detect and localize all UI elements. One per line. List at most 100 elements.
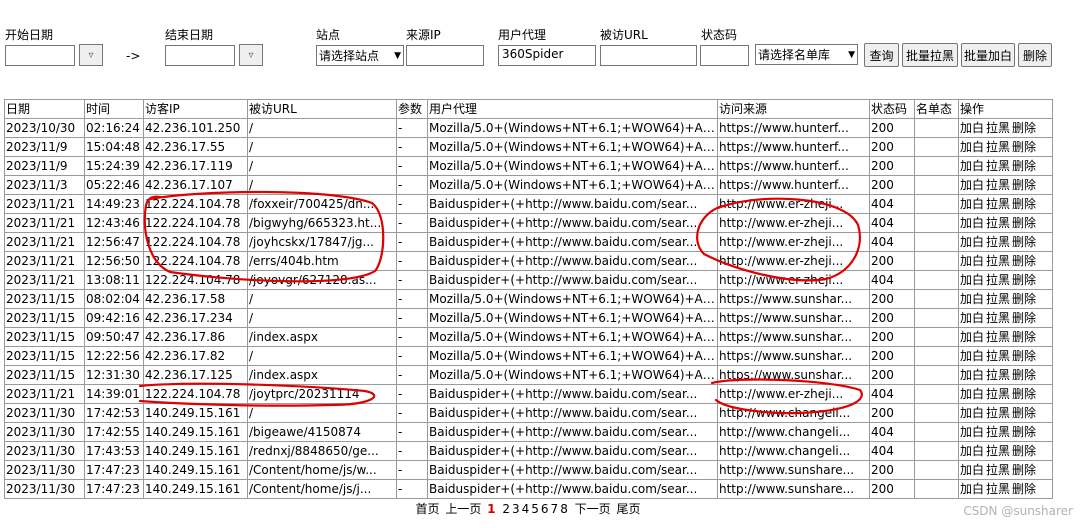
block-link[interactable]: 拉黑 — [986, 482, 1010, 496]
delete-link[interactable]: 删除 — [1012, 292, 1036, 306]
whitelist-link[interactable]: 加白 — [960, 425, 984, 439]
whitelist-link[interactable]: 加白 — [960, 482, 984, 496]
delete-button[interactable]: 删除 — [1018, 43, 1052, 67]
cell-user-agent: Baiduspider+(+http://www.baidu.com/sear.… — [427, 422, 718, 442]
delete-link[interactable]: 删除 — [1012, 121, 1036, 135]
whitelist-link[interactable]: 加白 — [960, 178, 984, 192]
delete-link[interactable]: 删除 — [1012, 235, 1036, 249]
whitelist-link[interactable]: 加白 — [960, 254, 984, 268]
pager-next[interactable]: 下一页 — [575, 502, 611, 516]
whitelist-link[interactable]: 加白 — [960, 311, 984, 325]
whitelist-link[interactable]: 加白 — [960, 330, 984, 344]
table-row: 2023/11/9 15:04:48 42.236.17.55/- Mozilla/5… — [4, 137, 1053, 157]
whitelist-link[interactable]: 加白 — [960, 121, 984, 135]
whitelist-link[interactable]: 加白 — [960, 368, 984, 382]
delete-link[interactable]: 删除 — [1012, 273, 1036, 287]
pager-page-link[interactable]: 7 — [551, 502, 559, 516]
site-select[interactable]: 请选择站点 ▼ — [316, 45, 404, 66]
start-date-input[interactable] — [5, 45, 75, 66]
whitelist-link[interactable]: 加白 — [960, 387, 984, 401]
pager-page-link[interactable]: 4 — [522, 502, 530, 516]
block-link[interactable]: 拉黑 — [986, 387, 1010, 401]
cell-status: 200 — [869, 156, 915, 176]
block-link[interactable]: 拉黑 — [986, 444, 1010, 458]
block-link[interactable]: 拉黑 — [986, 140, 1010, 154]
user-agent-input[interactable]: 360Spider — [498, 45, 596, 66]
end-date-picker-button[interactable]: ▿ — [239, 44, 263, 66]
whitelist-link[interactable]: 加白 — [960, 216, 984, 230]
cell-list-state — [914, 118, 959, 138]
pager-last[interactable]: 尾页 — [617, 502, 641, 516]
pager-page-link[interactable]: 2 — [502, 502, 510, 516]
delete-link[interactable]: 删除 — [1012, 444, 1036, 458]
query-button[interactable]: 查询 — [864, 43, 899, 67]
whitelist-link[interactable]: 加白 — [960, 140, 984, 154]
block-link[interactable]: 拉黑 — [986, 254, 1010, 268]
status-code-input[interactable] — [700, 45, 749, 66]
whitelist-link[interactable]: 加白 — [960, 159, 984, 173]
pager-page-link[interactable]: 6 — [541, 502, 549, 516]
delete-link[interactable]: 删除 — [1012, 406, 1036, 420]
batch-whitelist-button[interactable]: 批量加白 — [961, 43, 1015, 67]
delete-link[interactable]: 删除 — [1012, 178, 1036, 192]
delete-link[interactable]: 删除 — [1012, 463, 1036, 477]
block-link[interactable]: 拉黑 — [986, 197, 1010, 211]
delete-link[interactable]: 删除 — [1012, 330, 1036, 344]
date-range-arrow: -> — [126, 49, 141, 63]
whitelist-link[interactable]: 加白 — [960, 235, 984, 249]
cell-date: 2023/11/15 — [4, 308, 85, 328]
whitelist-link[interactable]: 加白 — [960, 406, 984, 420]
cell-date: 2023/11/9 — [4, 137, 85, 157]
delete-link[interactable]: 删除 — [1012, 349, 1036, 363]
block-link[interactable]: 拉黑 — [986, 178, 1010, 192]
delete-link[interactable]: 删除 — [1012, 387, 1036, 401]
block-link[interactable]: 拉黑 — [986, 406, 1010, 420]
whitelist-link[interactable]: 加白 — [960, 292, 984, 306]
block-link[interactable]: 拉黑 — [986, 311, 1010, 325]
end-date-input[interactable] — [165, 45, 235, 66]
list-select[interactable]: 请选择名单库 ▼ — [755, 44, 858, 65]
calendar-dropdown-icon: ▿ — [88, 49, 94, 61]
cell-actions: 加白 拉黑 删除 — [958, 289, 1053, 309]
whitelist-link[interactable]: 加白 — [960, 444, 984, 458]
pager-prev[interactable]: 上一页 — [445, 502, 481, 516]
csdn-watermark: CSDN @sunsharer — [963, 504, 1073, 518]
delete-link[interactable]: 删除 — [1012, 368, 1036, 382]
block-link[interactable]: 拉黑 — [986, 216, 1010, 230]
pager-page-link[interactable]: 8 — [560, 502, 568, 516]
cell-referer: http://www.sunshare... — [717, 479, 870, 499]
block-link[interactable]: 拉黑 — [986, 121, 1010, 135]
block-link[interactable]: 拉黑 — [986, 292, 1010, 306]
block-link[interactable]: 拉黑 — [986, 349, 1010, 363]
pager-page-link[interactable]: 3 — [512, 502, 520, 516]
whitelist-link[interactable]: 加白 — [960, 197, 984, 211]
cell-referer: http://www.changeli... — [717, 441, 870, 461]
visited-url-input[interactable] — [600, 45, 697, 66]
delete-link[interactable]: 删除 — [1012, 311, 1036, 325]
delete-link[interactable]: 删除 — [1012, 159, 1036, 173]
visited-url-label: 被访URL — [600, 28, 648, 42]
block-link[interactable]: 拉黑 — [986, 368, 1010, 382]
block-link[interactable]: 拉黑 — [986, 159, 1010, 173]
block-link[interactable]: 拉黑 — [986, 463, 1010, 477]
cell-url: /index.aspx — [247, 365, 397, 385]
start-date-picker-button[interactable]: ▿ — [79, 44, 103, 66]
cell-param: - — [396, 270, 428, 290]
delete-link[interactable]: 删除 — [1012, 425, 1036, 439]
delete-link[interactable]: 删除 — [1012, 482, 1036, 496]
whitelist-link[interactable]: 加白 — [960, 463, 984, 477]
whitelist-link[interactable]: 加白 — [960, 349, 984, 363]
block-link[interactable]: 拉黑 — [986, 235, 1010, 249]
pager-page-link[interactable]: 5 — [531, 502, 539, 516]
batch-block-button[interactable]: 批量拉黑 — [902, 43, 958, 67]
delete-link[interactable]: 删除 — [1012, 254, 1036, 268]
block-link[interactable]: 拉黑 — [986, 273, 1010, 287]
delete-link[interactable]: 删除 — [1012, 197, 1036, 211]
delete-link[interactable]: 删除 — [1012, 140, 1036, 154]
delete-link[interactable]: 删除 — [1012, 216, 1036, 230]
block-link[interactable]: 拉黑 — [986, 425, 1010, 439]
pager-first[interactable]: 首页 — [415, 502, 439, 516]
source-ip-input[interactable] — [406, 45, 484, 66]
block-link[interactable]: 拉黑 — [986, 330, 1010, 344]
whitelist-link[interactable]: 加白 — [960, 273, 984, 287]
